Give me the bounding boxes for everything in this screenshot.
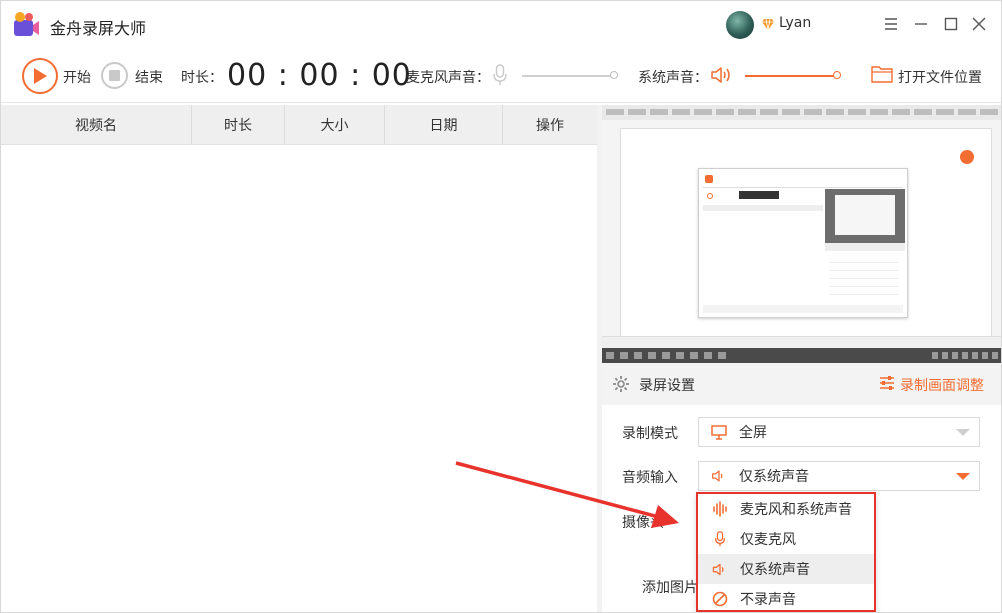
vip-diamond-icon bbox=[762, 18, 774, 31]
start-button[interactable] bbox=[22, 58, 58, 94]
record-toolbar: 开始 结束 时长： 00 : 00 : 00 麦克风声音： 系统声音： 打开文件… bbox=[1, 49, 1001, 103]
title-bar: 金舟录屏大师 Lyan bbox=[1, 1, 1001, 49]
app-window: 金舟录屏大师 Lyan 开始 结束 时长： 00 : 00 : 00 麦克风声音… bbox=[0, 0, 1002, 613]
option-system-only[interactable]: 仅系统声音 bbox=[698, 554, 874, 584]
screen-adjust-button[interactable]: 录制画面调整 bbox=[900, 375, 984, 395]
preview-desktop bbox=[602, 120, 1001, 348]
add-image-label: 添加图片 bbox=[642, 580, 698, 596]
stop-button[interactable] bbox=[101, 62, 128, 89]
stop-icon bbox=[109, 70, 120, 81]
column-date[interactable]: 日期 bbox=[385, 105, 503, 145]
mic-volume-slider[interactable] bbox=[522, 75, 614, 77]
start-label[interactable]: 开始 bbox=[63, 67, 91, 87]
sound-wave-icon bbox=[713, 501, 727, 517]
speaker-icon bbox=[712, 470, 723, 482]
app-title: 金舟录屏大师 bbox=[50, 19, 147, 38]
option-label: 不录声音 bbox=[740, 592, 796, 608]
option-mic-and-system[interactable]: 麦克风和系统声音 bbox=[698, 494, 874, 524]
prohibited-icon bbox=[712, 591, 728, 607]
record-mode-label: 录制模式 bbox=[622, 426, 678, 442]
microphone-icon bbox=[714, 531, 726, 547]
avatar[interactable] bbox=[726, 11, 754, 39]
user-name[interactable]: Lyan bbox=[779, 15, 811, 31]
video-list-header: 视频名 时长 大小 日期 操作 bbox=[1, 105, 597, 145]
audio-input-select[interactable]: 仅系统声音 bbox=[698, 461, 980, 491]
speaker-icon bbox=[712, 563, 724, 575]
adjust-sliders-icon[interactable] bbox=[879, 375, 895, 391]
column-size[interactable]: 大小 bbox=[285, 105, 385, 145]
system-sound-label: 系统声音： bbox=[638, 70, 708, 86]
microphone-icon[interactable] bbox=[492, 64, 508, 86]
minimize-icon[interactable] bbox=[911, 14, 931, 34]
option-label: 仅系统声音 bbox=[740, 562, 810, 578]
video-list bbox=[1, 145, 597, 612]
chevron-down-icon bbox=[956, 473, 970, 480]
system-volume-knob[interactable] bbox=[833, 71, 841, 79]
record-mode-value: 全屏 bbox=[739, 425, 767, 441]
stop-label[interactable]: 结束 bbox=[135, 67, 163, 87]
app-logo-icon bbox=[14, 12, 39, 36]
settings-header: 录屏设置 录制画面调整 bbox=[602, 363, 1001, 405]
option-mic-only[interactable]: 仅麦克风 bbox=[698, 524, 874, 554]
column-actions[interactable]: 操作 bbox=[503, 105, 597, 145]
column-video-name[interactable]: 视频名 bbox=[1, 105, 192, 145]
option-label: 仅麦克风 bbox=[740, 532, 796, 548]
play-icon bbox=[34, 68, 47, 84]
record-mode-select[interactable]: 全屏 bbox=[698, 417, 980, 447]
camera-label: 摄像头 bbox=[622, 515, 664, 531]
screen-preview bbox=[602, 105, 1001, 363]
close-icon[interactable] bbox=[969, 14, 989, 34]
monitor-icon bbox=[711, 424, 727, 440]
folder-icon[interactable] bbox=[871, 64, 893, 84]
speaker-icon[interactable] bbox=[710, 65, 732, 85]
column-duration[interactable]: 时长 bbox=[192, 105, 285, 145]
preview-taskbar bbox=[602, 348, 1001, 363]
settings-title: 录屏设置 bbox=[639, 378, 695, 394]
option-label: 麦克风和系统声音 bbox=[740, 502, 852, 518]
duration-label: 时长： bbox=[181, 70, 223, 86]
option-no-sound[interactable]: 不录声音 bbox=[698, 584, 874, 612]
maximize-icon[interactable] bbox=[941, 14, 961, 34]
gear-icon bbox=[613, 376, 629, 392]
audio-input-label: 音频输入 bbox=[622, 470, 678, 486]
chevron-down-icon bbox=[956, 429, 970, 436]
menu-icon[interactable] bbox=[881, 14, 901, 34]
system-volume-slider[interactable] bbox=[745, 75, 837, 77]
mic-label: 麦克风声音： bbox=[406, 70, 490, 86]
mic-volume-knob[interactable] bbox=[610, 71, 618, 79]
preview-browser-tabs bbox=[602, 105, 1001, 120]
audio-input-dropdown: 麦克风和系统声音 仅麦克风 仅系统声音 不录声音 bbox=[696, 492, 876, 612]
timer-display: 00 : 00 : 00 bbox=[227, 58, 412, 93]
open-folder-button[interactable]: 打开文件位置 bbox=[898, 67, 982, 87]
audio-input-value: 仅系统声音 bbox=[739, 469, 809, 485]
